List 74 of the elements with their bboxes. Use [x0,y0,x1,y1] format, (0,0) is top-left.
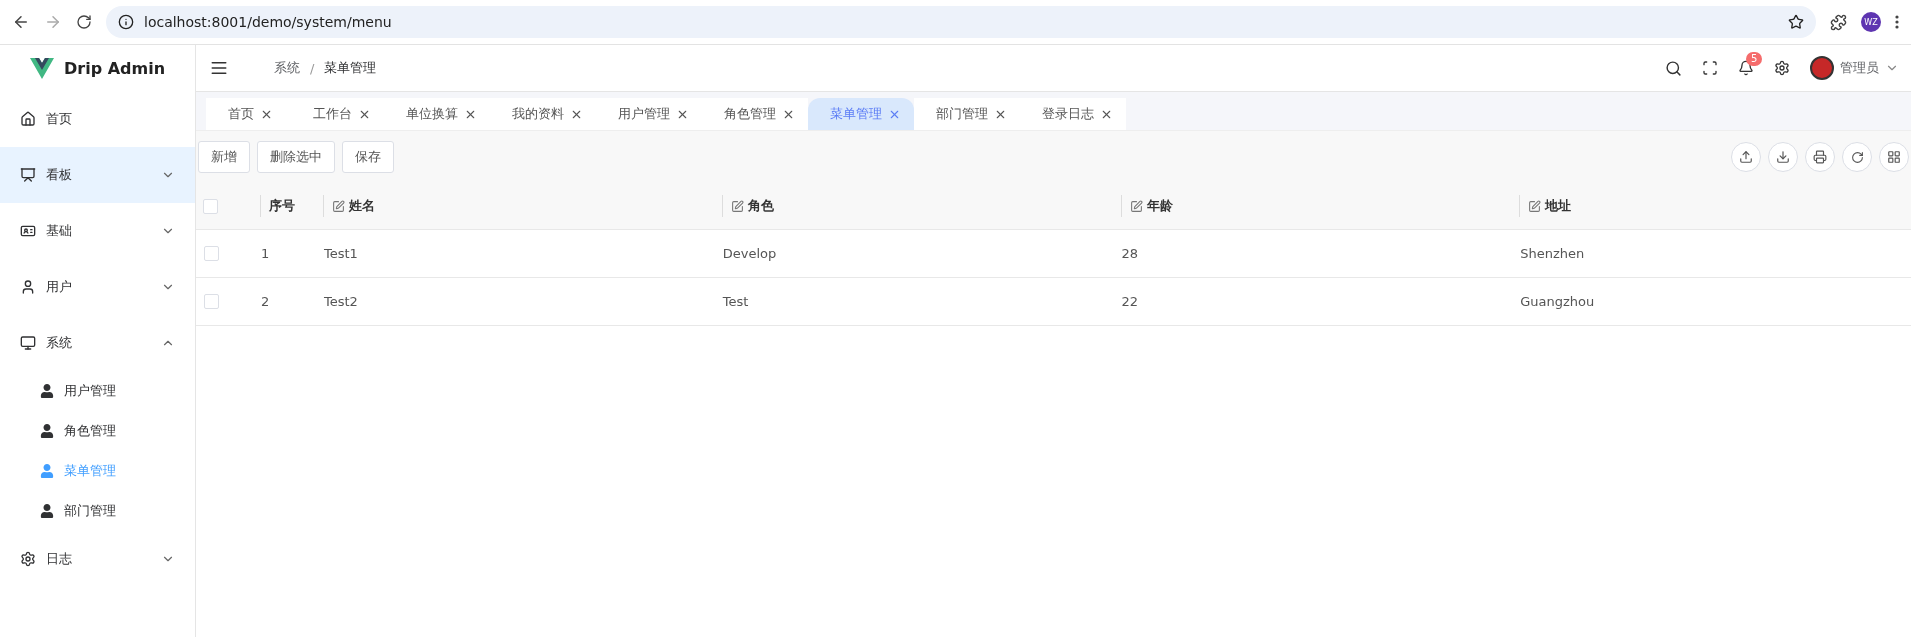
table-cell: Shenzhen [1520,246,1585,261]
browser-menu-button[interactable] [1895,15,1899,29]
menu-item[interactable]: 看板 [0,147,195,203]
breadcrumb-item[interactable]: 系统 [274,59,300,77]
star-icon [1788,14,1804,30]
tab[interactable]: 登录日志 [1020,98,1126,130]
submenu-item[interactable]: 部门管理 [0,491,195,531]
person-icon [40,384,54,398]
person-icon [40,464,54,478]
table-cell: 22 [1121,294,1139,309]
column-header: 年龄 [1146,197,1173,215]
user-name[interactable]: 管理员 [1840,59,1879,77]
toolbar-button[interactable]: 保存 [342,141,394,173]
column-header: 序号 [269,197,295,215]
tab[interactable]: 我的资料 [490,98,596,130]
menu-item[interactable]: 基础 [0,203,195,259]
menu-item[interactable]: 系统 [0,315,195,371]
upload-icon [1739,150,1753,164]
toolbar-button[interactable]: 删除选中 [257,141,335,173]
upload-button[interactable] [1731,142,1761,172]
submenu-item[interactable]: 用户管理 [0,371,195,411]
menu-item[interactable]: 日志 [0,531,195,587]
settings-icon[interactable] [1774,60,1790,76]
extensions-button[interactable] [1830,13,1847,31]
reload-button[interactable] [76,14,92,30]
print-button[interactable] [1805,142,1835,172]
person-icon [40,504,54,518]
column-header: 姓名 [349,197,375,215]
table-cell: Develop [722,246,777,261]
column-header: 角色 [747,197,774,215]
printer-icon [1813,150,1827,164]
checkbox[interactable] [204,294,219,309]
url-text: localhost:8001/demo/system/menu [144,14,392,30]
notification-badge: 5 [1746,52,1763,66]
checkbox[interactable] [203,198,218,214]
table-cell: 28 [1121,246,1139,261]
grid-icon [1887,150,1901,164]
info-icon [118,14,134,30]
tab[interactable]: 单位换算 [384,98,490,130]
tab[interactable]: 工作台 [291,98,384,130]
fullscreen-icon[interactable] [1702,60,1718,76]
person-icon [40,424,54,438]
refresh-button[interactable] [1842,142,1872,172]
refresh-icon [1850,150,1864,164]
breadcrumb-item[interactable]: 菜单管理 [324,59,377,77]
user-avatar[interactable] [1810,56,1834,80]
menu-item[interactable]: 用户 [0,259,195,315]
more-icon [1895,15,1899,29]
tab[interactable]: 角色管理 [702,98,808,130]
logo-icon [30,57,54,79]
download-button[interactable] [1768,142,1798,172]
table-cell: Test [722,294,749,309]
profile-avatar[interactable]: WZ [1861,12,1881,32]
bell-icon[interactable] [1738,60,1754,76]
download-icon [1776,150,1790,164]
search-icon[interactable] [1665,59,1682,77]
menu-item[interactable]: 首页 [0,91,195,147]
tab[interactable]: 部门管理 [914,98,1020,130]
toolbar-button[interactable]: 新增 [198,141,250,173]
tab[interactable]: 用户管理 [596,98,702,130]
table-cell: Test2 [324,294,358,309]
columns-button[interactable] [1879,142,1909,172]
address-bar[interactable]: localhost:8001/demo/system/menu [106,6,1816,38]
table-cell: Guangzhou [1520,294,1595,309]
breadcrumb-separator: / [310,60,315,76]
checkbox[interactable] [204,246,219,261]
back-button[interactable] [12,13,30,31]
column-header: 地址 [1545,197,1572,215]
table-cell: Test1 [324,246,358,261]
table-cell: 1 [261,246,270,261]
tab[interactable]: 首页 [206,98,291,130]
table-cell: 2 [261,294,270,309]
submenu-item[interactable]: 角色管理 [0,411,195,451]
app-title: Drip Admin [64,58,166,78]
